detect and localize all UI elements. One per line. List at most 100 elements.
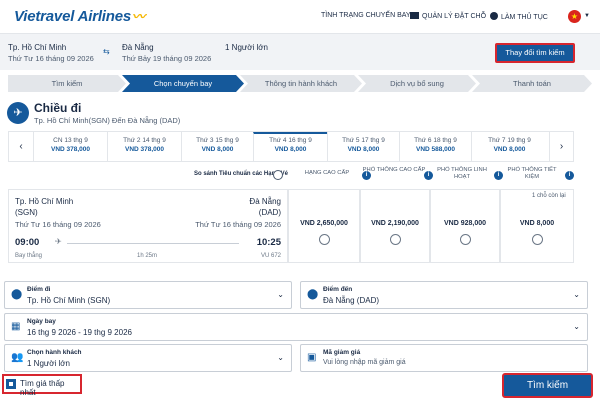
step-extra-services[interactable]: Dịch vụ bổ sung — [358, 75, 476, 92]
flight-type: Bay thẳng — [15, 253, 43, 259]
fare-radio[interactable] — [319, 234, 330, 245]
fare-price: VND 2,190,000 — [371, 220, 419, 227]
language-chevron-down-icon[interactable]: ▼ — [584, 13, 590, 19]
flight-to-city: Đà Nẵng — [249, 197, 281, 206]
fare-compare-toggle[interactable] — [273, 170, 283, 180]
nav-manage-booking[interactable]: QUẢN LÝ ĐẶT CHỖ — [410, 12, 486, 20]
date-option-price: VND 378,000 — [50, 146, 91, 153]
fare-radio[interactable] — [532, 234, 543, 245]
date-option-price: VND 378,000 — [124, 146, 165, 153]
summary-to-date: Thứ Bảy 19 tháng 09 2026 — [122, 54, 212, 63]
date-option[interactable]: CN 13 thg 9 VND 378,000 — [33, 132, 107, 161]
date-option[interactable]: Thứ 7 19 thg 9 VND 8,000 — [471, 132, 547, 161]
promo-code-label: Mã giảm giá — [323, 349, 361, 356]
flight-date-from: Thứ Tư 16 tháng 09 2026 — [15, 220, 101, 229]
prev-dates-chevron-left-icon[interactable]: ‹ — [9, 132, 33, 161]
passenger-field[interactable]: 👥 Chọn hành khách 1 Người lớn ⌄ — [4, 344, 292, 372]
date-option-day: CN 13 thg 9 — [53, 137, 88, 144]
nav-flight-status[interactable]: TÌNH TRẠNG CHUYẾN BAY — [321, 12, 411, 19]
step-passenger-info[interactable]: Thông tin hành khách — [240, 75, 362, 92]
fare-price: VND 928,000 — [443, 220, 487, 227]
fare-class-business: HẠNG CAO CẤP — [304, 170, 350, 176]
passengers-icon: 👥 — [11, 352, 24, 363]
airline-logo[interactable]: Vietravel Airlines〰 — [14, 6, 145, 25]
fare-class-flex-economy: PHỔ THÔNG LINH HOẠT — [437, 167, 487, 180]
info-icon[interactable]: i — [565, 171, 574, 180]
route-line — [67, 243, 239, 244]
direction-title: Chiều đi — [34, 101, 82, 115]
date-option-day: Thứ 5 17 thg 9 — [342, 137, 385, 144]
chevron-down-icon[interactable]: ⌄ — [573, 322, 580, 331]
chevron-down-icon[interactable]: ⌄ — [277, 290, 284, 299]
date-option-price: VND 588,000 — [415, 146, 456, 153]
flight-to-code: (DAD) — [258, 208, 281, 217]
summary-from-date: Thứ Tư 16 tháng 09 2026 — [8, 54, 94, 63]
passenger-label: Chọn hành khách — [27, 349, 82, 356]
step-search[interactable]: Tìm kiếm — [8, 75, 126, 92]
location-pin-icon: ⬤ — [11, 289, 23, 300]
date-option-selected[interactable]: Thứ 4 16 thg 9 VND 8,000 — [253, 132, 327, 161]
chevron-down-icon[interactable]: ⌄ — [277, 353, 284, 362]
date-option-price: VND 8,000 — [493, 146, 526, 153]
cheapest-fare-toggle[interactable]: Tìm giá thấp nhất — [2, 374, 82, 397]
search-button[interactable]: Tìm kiếm — [502, 373, 593, 398]
manage-booking-icon — [410, 12, 419, 19]
date-option[interactable]: Thứ 2 14 thg 9 VND 378,000 — [107, 132, 181, 161]
destination-value: Đà Nẵng (DAD) — [323, 296, 380, 305]
destination-field[interactable]: ⬤ Điểm đến Đà Nẵng (DAD) ⌄ — [300, 281, 588, 309]
destination-label: Điểm đến — [323, 286, 353, 293]
promo-code-field[interactable]: ▣ Mã giảm giá Vui lòng nhập mã giảm giá — [300, 344, 588, 372]
chevron-down-icon[interactable]: ⌄ — [573, 290, 580, 299]
check-in-icon — [490, 12, 498, 20]
travel-date-field[interactable]: ▦ Ngày bay 16 thg 9 2026 - 19 thg 9 2026… — [4, 313, 588, 341]
flight-number: VU 672 — [260, 253, 281, 259]
summary-passengers: 1 Người lớn — [225, 43, 268, 52]
travel-date-label: Ngày bay — [27, 318, 56, 325]
booking-steps: Tìm kiếm Chọn chuyến bay Thông tin hành … — [8, 75, 592, 92]
date-selector: ‹ CN 13 thg 9 VND 378,000 Thứ 2 14 thg 9 V… — [8, 131, 574, 162]
flight-from-city: Tp. Hồ Chí Minh — [15, 197, 74, 206]
date-option-price: VND 8,000 — [347, 146, 380, 153]
date-option-day: Thứ 7 19 thg 9 — [488, 137, 531, 144]
origin-field[interactable]: ⬤ Điểm đi Tp. Hồ Chí Minh (SGN) ⌄ — [4, 281, 292, 309]
fare-radio[interactable] — [460, 234, 471, 245]
date-option[interactable]: Thứ 6 18 thg 9 VND 588,000 — [399, 132, 471, 161]
cheapest-fare-label: Tìm giá thấp nhất — [20, 379, 65, 397]
step-payment[interactable]: Thanh toán — [472, 75, 592, 92]
fare-price: VND 8,000 — [519, 220, 555, 227]
fare-radio[interactable] — [390, 234, 401, 245]
flight-duration: 1h 25m — [137, 253, 158, 259]
date-option[interactable]: Thứ 5 17 thg 9 VND 8,000 — [327, 132, 399, 161]
fare-option-premium-economy[interactable]: VND 2,190,000 — [360, 189, 430, 263]
arrive-time: 10:25 — [256, 237, 281, 248]
top-bar: Vietravel Airlines〰 TÌNH TRẠNG CHUYẾN BA… — [0, 0, 600, 34]
departure-plane-icon: ✈ — [7, 102, 29, 124]
bird-logo-icon: 〰 — [132, 9, 145, 24]
summary-to-city: Đà Nẵng — [122, 43, 154, 52]
step-select-flight[interactable]: Chọn chuyến bay — [122, 75, 244, 92]
promo-code-input[interactable]: Vui lòng nhập mã giảm giá — [323, 359, 406, 366]
direction-subtitle: Tp. Hồ Chí Minh(SGN) Đến Đà Nẵng (DAD) — [34, 116, 181, 125]
flight-card: Tp. Hồ Chí Minh (SGN) Đà Nẵng (DAD) Thứ … — [8, 189, 288, 263]
summary-from-city: Tp. Hồ Chí Minh — [8, 43, 67, 52]
next-dates-chevron-right-icon[interactable]: › — [549, 132, 573, 161]
date-option-day: Thứ 3 15 thg 9 — [196, 137, 239, 144]
flight-date-to: Thứ Tư 16 tháng 09 2026 — [195, 220, 281, 229]
date-option-day: Thứ 4 16 thg 9 — [269, 137, 312, 144]
fare-option-business[interactable]: VND 2,650,000 — [288, 189, 360, 263]
logo-text: Vietravel Airlines — [14, 8, 132, 25]
date-option[interactable]: Thứ 3 15 thg 9 VND 8,000 — [181, 132, 253, 161]
passenger-value: 1 Người lớn — [27, 359, 70, 368]
cheapest-fare-checkbox[interactable] — [6, 379, 16, 389]
fare-class-saver-economy: PHỔ THÔNG TIẾT KIỆM — [507, 167, 557, 180]
fare-price: VND 2,650,000 — [300, 220, 348, 227]
swap-arrows-icon: ⇆ — [103, 47, 110, 56]
nav-check-in[interactable]: LÀM THỦ TỤC — [490, 12, 548, 21]
change-search-button[interactable]: Thay đổi tìm kiếm — [495, 43, 575, 63]
date-option-price: VND 8,000 — [201, 146, 234, 153]
location-pin-icon: ⬤ — [307, 289, 319, 300]
fare-option-flex-economy[interactable]: VND 928,000 — [430, 189, 500, 263]
calendar-icon: ▦ — [11, 321, 21, 332]
fare-option-saver-economy[interactable]: VND 8,000 — [500, 189, 574, 263]
vietnam-flag-icon[interactable]: ★ — [568, 10, 581, 23]
